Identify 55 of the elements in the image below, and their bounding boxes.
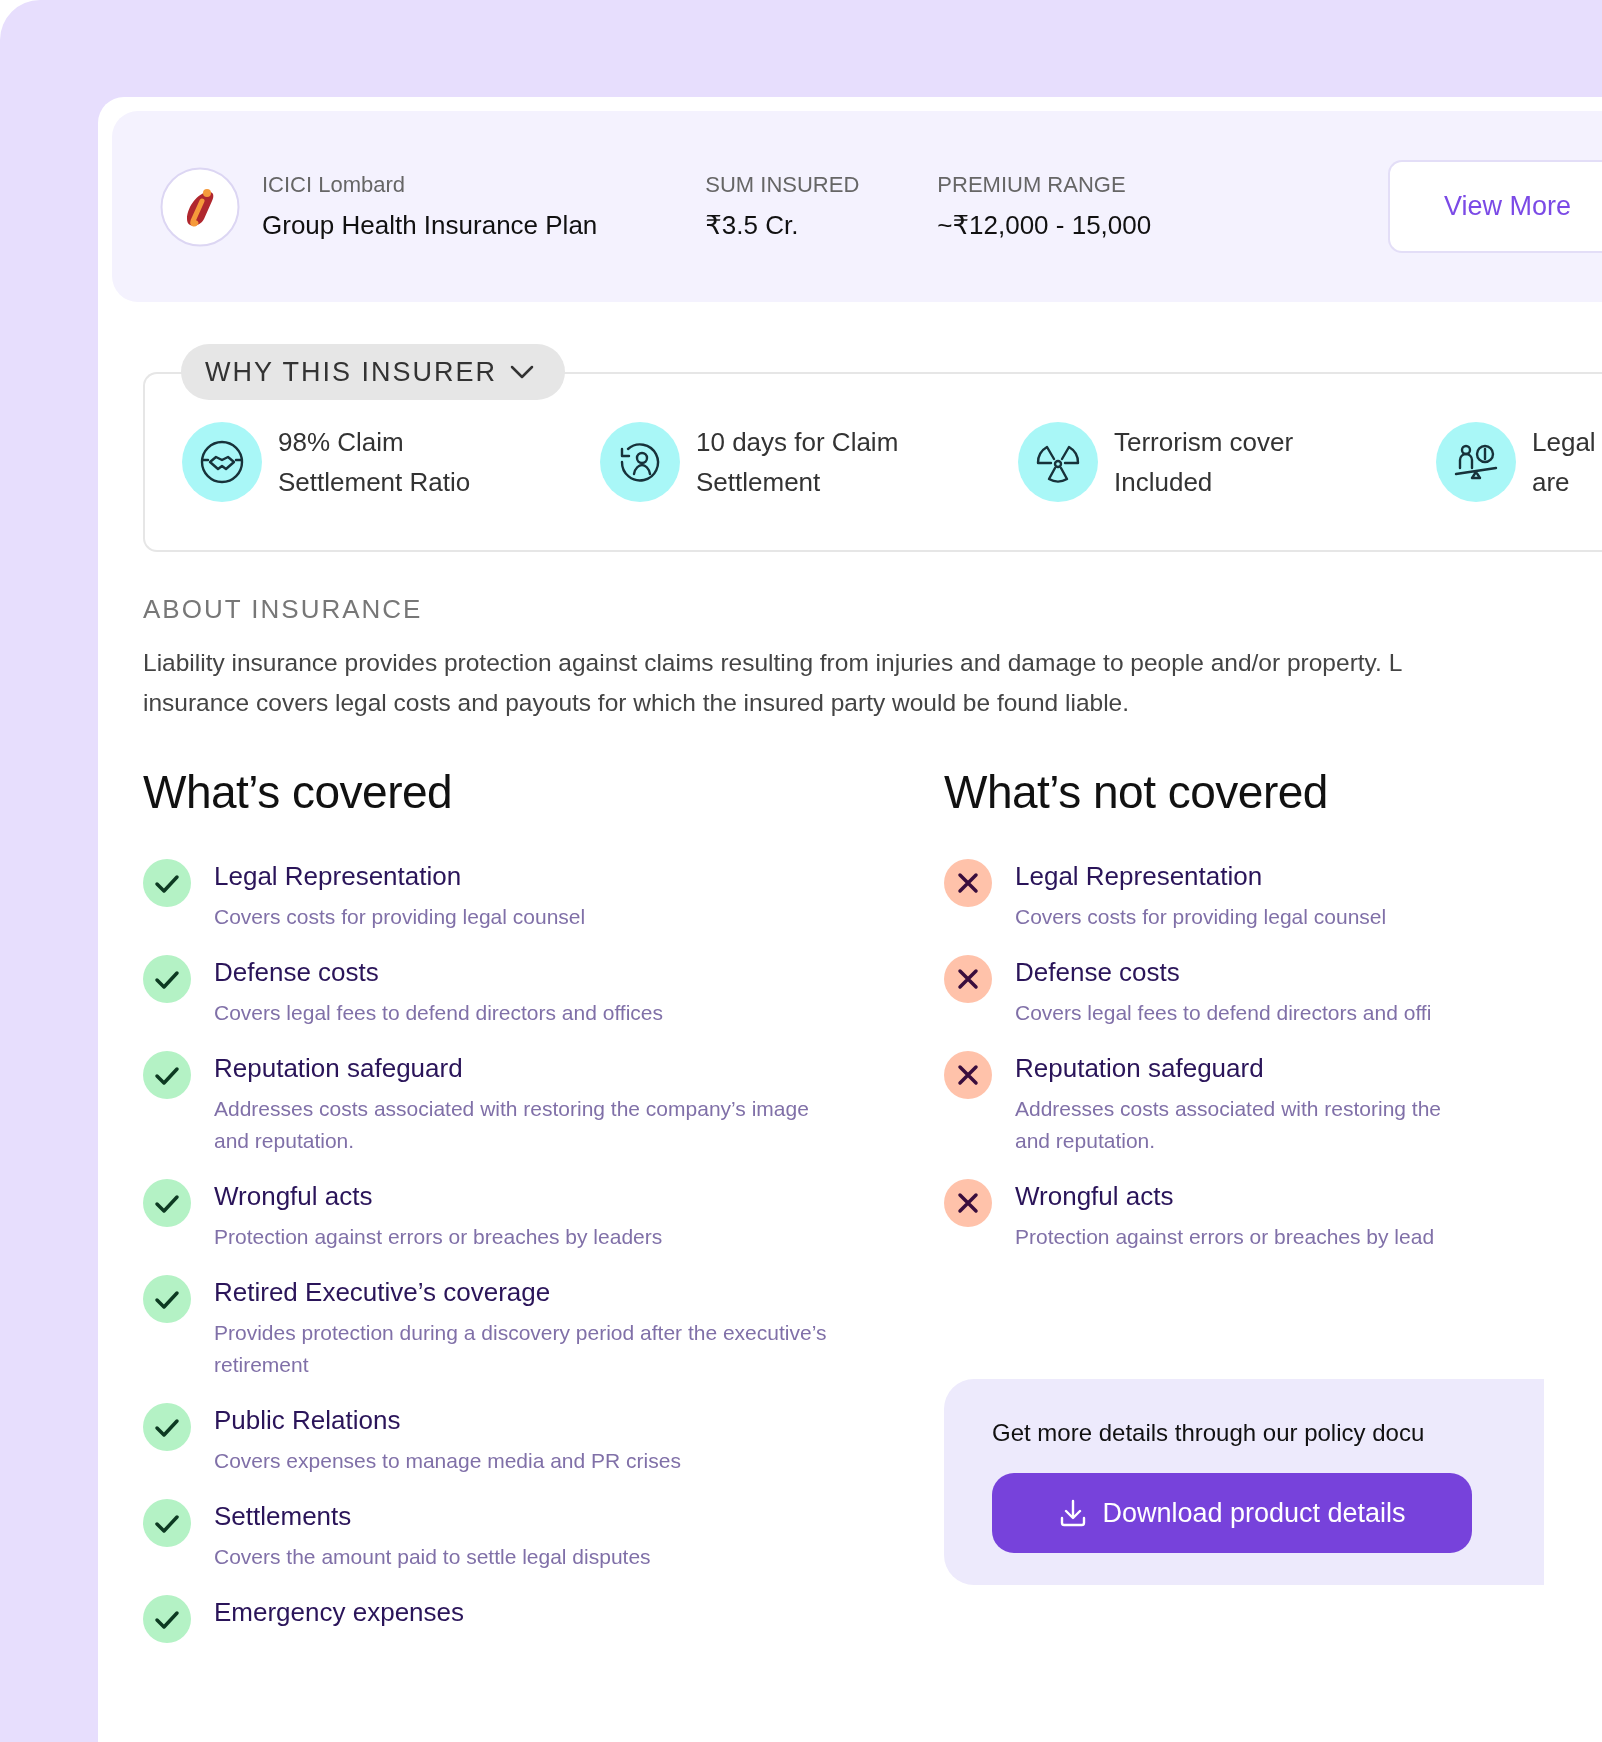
column-heading: What’s covered (143, 765, 454, 819)
download-prompt: Get more details through our policy docu (992, 1419, 1426, 1447)
hazard-icon (1018, 422, 1098, 502)
item-description: Protection against errors or breaches by leaders (214, 1224, 663, 1250)
check-icon (143, 1595, 191, 1643)
highlight-text: Legal are (1532, 426, 1596, 499)
column-heading: What’s not covered (944, 765, 1329, 819)
item-title: Emergency expenses (214, 1596, 465, 1629)
check-icon (143, 1179, 191, 1227)
item-description: Covers legal fees to defend directors and offices (214, 1000, 664, 1026)
item-description: Addresses costs associated with restoring the and reputation. (1015, 1096, 1442, 1154)
item-description: Covers legal fees to defend directors and offi (1015, 1000, 1432, 1026)
cross-icon (944, 955, 992, 1003)
item-title: Retired Executive’s coverage (214, 1276, 552, 1309)
section-heading: ABOUT INSURANCE (143, 594, 424, 625)
item-title: Reputation safeguard (214, 1052, 464, 1085)
plan-name: Group Health Insurance Plan (262, 210, 598, 241)
stat-value: ₹3.5 Cr. (705, 210, 800, 241)
item-title: Defense costs (1015, 956, 1181, 989)
item-description: Covers costs for providing legal counsel (1015, 904, 1387, 930)
item-description: Covers expenses to manage media and PR crises (214, 1448, 681, 1474)
item-title: Legal Representation (214, 860, 463, 893)
check-icon (143, 1275, 191, 1323)
chevron-icon (509, 364, 536, 380)
item-description: Protection against errors or breaches by lead (1015, 1224, 1435, 1250)
item-title: Reputation safeguard (1015, 1052, 1265, 1085)
check-icon (143, 1403, 191, 1451)
download-button[interactable]: Download product details (992, 1473, 1472, 1553)
check-icon (143, 1051, 191, 1099)
check-icon (143, 859, 191, 907)
item-description: Addresses costs associated with restoring the company’s image and reputation. (214, 1096, 809, 1154)
item-title: Settlements (214, 1500, 353, 1533)
item-description: Covers the amount paid to settle legal disputes (214, 1544, 651, 1570)
highlight-text: Terrorism cover Included (1114, 426, 1294, 499)
item-title: Wrongful acts (1015, 1180, 1175, 1213)
item-description: Covers costs for providing legal counsel (214, 904, 586, 930)
item-title: Defense costs (214, 956, 380, 989)
cross-icon (944, 1051, 992, 1099)
about-paragraph: Liability insurance provides protection against claims resulting from injuries and damage to people and/or property. L insurance covers legal costs and payouts for which the insured party would be found liable. (143, 648, 1404, 718)
highlight-text: 10 days for Claim Settlement (696, 426, 899, 499)
cross-icon (944, 1179, 992, 1227)
why-this-insurer-toggle[interactable]: WHY THIS INSURER (181, 344, 566, 400)
item-description: Provides protection during a discovery period after the executive’s retirement (214, 1320, 827, 1378)
stat-label: PREMIUM RANGE (937, 172, 1127, 198)
item-title: Wrongful acts (214, 1180, 374, 1213)
check-icon (143, 1499, 191, 1547)
highlight-text: 98% Claim Settlement Ratio (278, 426, 471, 499)
cross-icon (944, 859, 992, 907)
check-icon (143, 955, 191, 1003)
view-more-button[interactable]: View More (1388, 160, 1602, 253)
insurer-name: ICICI Lombard (262, 172, 407, 198)
stat-value: ~₹12,000 - 15,000 (937, 210, 1152, 241)
item-title: Legal Representation (1015, 860, 1264, 893)
stat-label: SUM INSURED (705, 172, 860, 198)
item-title: Public Relations (214, 1404, 402, 1437)
